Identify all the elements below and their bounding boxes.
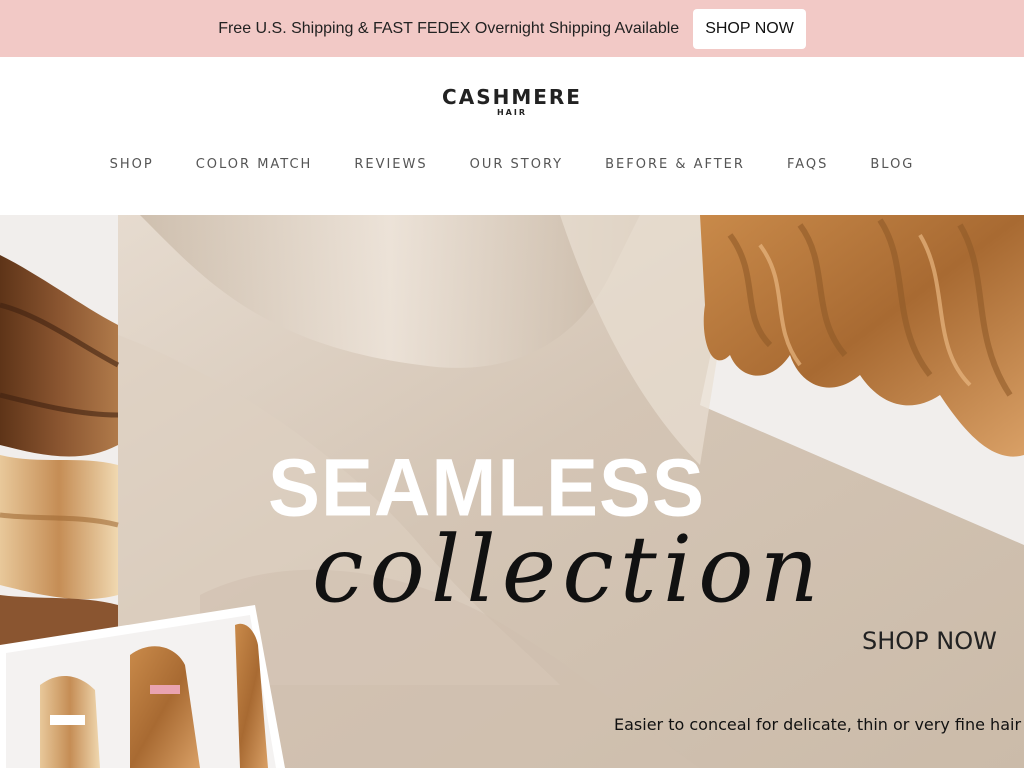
hero-tagline: Easier to conceal for delicate, thin or … [614,715,1022,734]
hero-shop-now-link[interactable]: SHOP NOW [862,627,997,655]
logo-main-text: CASHMERE [442,85,582,109]
site-header: CASHMERE HAIR SHOP COLOR MATCH REVIEWS O… [0,57,1024,215]
shop-now-button[interactable]: SHOP NOW [693,8,806,49]
nav-item-our-story[interactable]: OUR STORY [470,157,563,172]
hero-script-title: collection [312,516,825,623]
logo-sub-text: HAIR [496,108,528,117]
nav-item-blog[interactable]: BLOG [870,157,914,172]
hero-banner[interactable]: SEAMLESS collection SHOP NOW Easier to c… [0,215,1024,768]
nav-item-before-after[interactable]: BEFORE & AFTER [605,157,745,172]
main-nav: SHOP COLOR MATCH REVIEWS OUR STORY BEFOR… [0,157,1024,172]
nav-item-faqs[interactable]: FAQS [787,157,828,172]
site-logo[interactable]: CASHMERE HAIR [0,87,1024,117]
nav-item-reviews[interactable]: REVIEWS [354,157,427,172]
announcement-text: Free U.S. Shipping & FAST FEDEX Overnigh… [218,19,680,37]
announcement-bar: Free U.S. Shipping & FAST FEDEX Overnigh… [0,0,1024,57]
nav-item-color-match[interactable]: COLOR MATCH [196,157,313,172]
nav-item-shop[interactable]: SHOP [110,157,154,172]
